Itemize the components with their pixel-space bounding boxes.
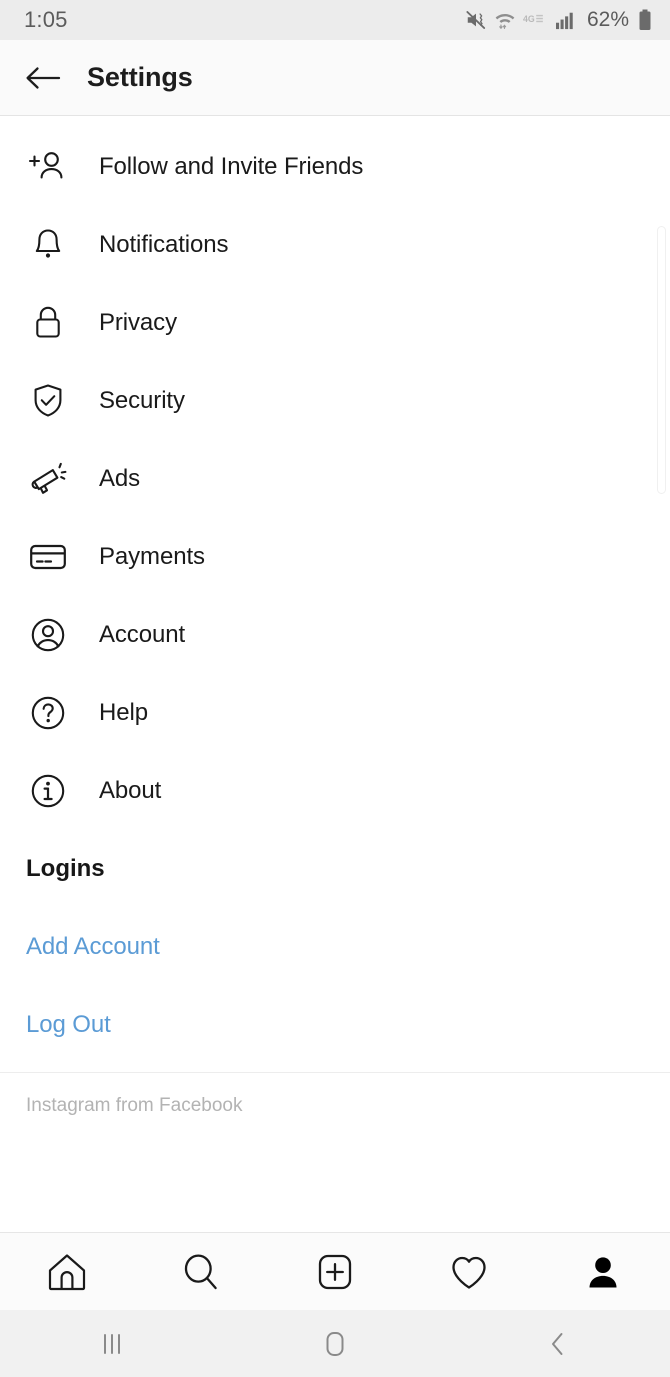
- menu-item-label: Ads: [99, 465, 141, 492]
- menu-item-about[interactable]: About: [0, 752, 670, 830]
- system-recents-button[interactable]: [0, 1310, 223, 1377]
- recents-bars-icon: [98, 1329, 126, 1359]
- tab-search[interactable]: [155, 1233, 247, 1311]
- logins-section-heading: Logins: [26, 855, 105, 882]
- app-bar: Settings: [0, 40, 670, 116]
- menu-item-label: Help: [99, 699, 148, 726]
- menu-item-label: Privacy: [99, 309, 177, 336]
- shield-check-icon: [26, 379, 70, 423]
- tab-create[interactable]: [289, 1233, 381, 1311]
- menu-item-label: About: [99, 777, 162, 804]
- menu-item-follow-and-invite-friends[interactable]: Follow and Invite Friends: [0, 128, 670, 206]
- status-icon-group: 4G 62%: [465, 8, 652, 32]
- megaphone-icon: [26, 457, 70, 501]
- menu-item-privacy[interactable]: Privacy: [0, 284, 670, 362]
- back-chevron-icon: [545, 1329, 571, 1359]
- page-title: Settings: [87, 62, 193, 92]
- menu-item-security[interactable]: Security: [0, 362, 670, 440]
- back-arrow-icon[interactable]: [20, 55, 66, 101]
- menu-item-label: Account: [99, 621, 186, 648]
- mute-vibrate-icon: [465, 9, 487, 31]
- bottom-tab-bar: [0, 1232, 670, 1310]
- person-filled-icon: [580, 1249, 626, 1295]
- credit-card-icon: [26, 535, 70, 579]
- menu-item-notifications[interactable]: Notifications: [0, 206, 670, 284]
- menu-item-label: Follow and Invite Friends: [99, 153, 364, 180]
- add-account-link[interactable]: Add Account: [0, 908, 670, 986]
- menu-item-account[interactable]: Account: [0, 596, 670, 674]
- info-circle-icon: [26, 769, 70, 813]
- home-square-icon: [320, 1328, 350, 1360]
- battery-icon: [638, 9, 652, 31]
- system-navigation-bar: [0, 1310, 670, 1377]
- menu-item-help[interactable]: Help: [0, 674, 670, 752]
- menu-item-label: Notifications: [99, 231, 229, 258]
- system-back-button[interactable]: [447, 1310, 670, 1377]
- lock-icon: [26, 301, 70, 345]
- search-icon: [178, 1249, 224, 1295]
- tab-profile[interactable]: [557, 1233, 649, 1311]
- settings-scroll-area[interactable]: Follow and Invite Friends Notifications: [0, 116, 670, 1232]
- status-bar: 1:05 4G 62%: [0, 0, 670, 40]
- bell-icon: [26, 223, 70, 267]
- phone-screen: 1:05 4G 62% Settings Follow and Invite F…: [0, 0, 670, 1377]
- tab-activity[interactable]: [423, 1233, 515, 1311]
- menu-item-label: Security: [99, 387, 185, 414]
- system-home-button[interactable]: [223, 1310, 446, 1377]
- heart-icon: [446, 1249, 492, 1295]
- status-time: 1:05: [24, 7, 68, 32]
- cellular-signal-icon: [555, 10, 577, 30]
- wifi-icon: [494, 9, 516, 31]
- settings-menu: Follow and Invite Friends Notifications: [0, 116, 670, 830]
- plus-square-icon: [312, 1249, 358, 1295]
- footer-attribution: Instagram from Facebook: [26, 1095, 243, 1116]
- log-out-link[interactable]: Log Out: [0, 986, 670, 1064]
- person-add-icon: [26, 145, 70, 189]
- account-circle-icon: [26, 613, 70, 657]
- menu-item-ads[interactable]: Ads: [0, 440, 670, 518]
- 4g-lte-icon: 4G: [523, 11, 548, 29]
- home-icon: [44, 1249, 90, 1295]
- battery-percent-label: 62%: [586, 8, 629, 31]
- question-circle-icon: [26, 691, 70, 735]
- tab-home[interactable]: [21, 1233, 113, 1311]
- svg-text:4G: 4G: [523, 14, 535, 24]
- menu-item-label: Payments: [99, 543, 205, 570]
- menu-item-payments[interactable]: Payments: [0, 518, 670, 596]
- vertical-scrollbar[interactable]: [657, 226, 666, 494]
